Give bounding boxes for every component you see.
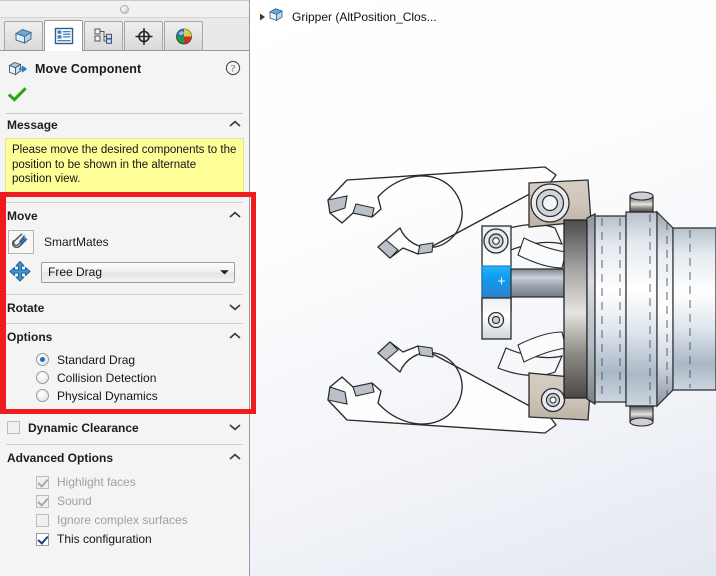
options-section-header[interactable]: Options (0, 326, 249, 348)
checkbox-sound[interactable] (36, 495, 49, 508)
rotate-section-rule (6, 294, 243, 295)
panel-grip-dot[interactable] (120, 5, 129, 14)
checkbox-this-configuration[interactable] (36, 533, 49, 546)
green-check-icon[interactable] (8, 87, 27, 106)
configuration-manager-tab[interactable] (84, 21, 123, 50)
checkbox-ignore-complex-surfaces[interactable] (36, 514, 49, 527)
page-title: Move Component (35, 62, 141, 76)
rotate-section-header[interactable]: Rotate (0, 297, 249, 319)
advanced-option-ignore-complex-surfaces[interactable]: Ignore complex surfaces (0, 511, 249, 530)
advanced-options-list: Highlight faces Sound Ignore complex sur… (0, 469, 249, 549)
svg-text:?: ? (231, 64, 235, 74)
option-label: Physical Dynamics (57, 389, 158, 403)
chevron-down-icon[interactable] (228, 301, 242, 315)
panel-grip-strip[interactable] (0, 0, 249, 18)
display-manager-tab[interactable] (164, 21, 203, 50)
property-manager-panel: Move Component ? Message Please mo (0, 0, 250, 576)
chevron-up-icon[interactable] (228, 118, 242, 132)
chevron-up-icon[interactable] (228, 330, 242, 344)
smartmates-button[interactable] (8, 230, 34, 254)
move-mode-value: Free Drag (48, 265, 102, 279)
advanced-option-label: Ignore complex surfaces (57, 513, 188, 527)
rotate-section-label: Rotate (7, 301, 44, 315)
option-physical-dynamics[interactable]: Physical Dynamics (0, 387, 249, 405)
advanced-option-label: This configuration (57, 532, 152, 546)
advanced-option-highlight-faces[interactable]: Highlight faces (0, 473, 249, 492)
options-radio-group: Standard Drag Collision Detection Physic… (0, 348, 249, 405)
radio-physical-dynamics[interactable] (36, 389, 49, 402)
caret-down-icon[interactable] (219, 265, 230, 279)
advanced-option-label: Highlight faces (57, 475, 136, 489)
dimxpert-manager-tab[interactable] (124, 21, 163, 50)
graphics-viewport[interactable]: Gripper (AltPosition_Clos... (250, 0, 716, 576)
move-section-rule (6, 202, 243, 203)
cube-icon (13, 27, 34, 46)
checkbox-highlight-faces[interactable] (36, 476, 49, 489)
advanced-options-rule (6, 444, 243, 445)
option-collision-detection[interactable]: Collision Detection (0, 369, 249, 387)
move-component-icon (8, 60, 28, 78)
option-standard-drag[interactable]: Standard Drag (0, 351, 249, 369)
advanced-option-label: Sound (57, 494, 92, 508)
dynamic-clearance-header[interactable]: Dynamic Clearance (0, 416, 249, 440)
dynamic-clearance-rule (6, 413, 243, 414)
chevron-down-icon[interactable] (228, 421, 242, 435)
chevron-up-icon[interactable] (228, 209, 242, 223)
chevron-up-icon[interactable] (228, 451, 242, 465)
configuration-icon (93, 27, 114, 46)
message-section-label: Message (7, 118, 58, 132)
manager-tab-row (0, 18, 249, 51)
message-section-header[interactable]: Message (0, 114, 249, 136)
advanced-option-this-configuration[interactable]: This configuration (0, 530, 249, 549)
dynamic-clearance-checkbox[interactable] (7, 421, 20, 434)
list-properties-icon (54, 27, 74, 45)
move-mode-dropdown[interactable]: Free Drag (41, 262, 235, 283)
property-manager-accept-row (0, 83, 249, 109)
option-label: Standard Drag (57, 353, 135, 367)
options-section-rule (6, 323, 243, 324)
move-section-label: Move (7, 209, 38, 223)
dynamic-clearance-label: Dynamic Clearance (28, 421, 139, 435)
property-manager-header: Move Component ? (0, 55, 249, 83)
paperclip-lightning-icon (12, 233, 31, 251)
move-mode-row: Free Drag (0, 257, 249, 288)
crosshair-icon (134, 27, 154, 46)
smartmates-row: SmartMates (0, 227, 249, 257)
smartmates-label: SmartMates (44, 235, 109, 249)
color-sphere-icon (174, 27, 194, 46)
advanced-options-header[interactable]: Advanced Options (0, 447, 249, 469)
advanced-options-label: Advanced Options (7, 451, 113, 465)
four-way-move-arrow-icon (8, 260, 32, 285)
gripper-assembly-3d-model[interactable] (250, 0, 716, 576)
radio-collision-detection[interactable] (36, 371, 49, 384)
advanced-option-sound[interactable]: Sound (0, 492, 249, 511)
options-section-label: Options (7, 330, 52, 344)
question-mark-icon[interactable]: ? (225, 60, 241, 79)
option-label: Collision Detection (57, 371, 156, 385)
feature-manager-tab[interactable] (4, 21, 43, 50)
move-section-header[interactable]: Move (0, 205, 249, 227)
message-box: Please move the desired components to th… (5, 138, 244, 193)
property-manager-tab[interactable] (44, 20, 83, 51)
radio-standard-drag[interactable] (36, 353, 49, 366)
